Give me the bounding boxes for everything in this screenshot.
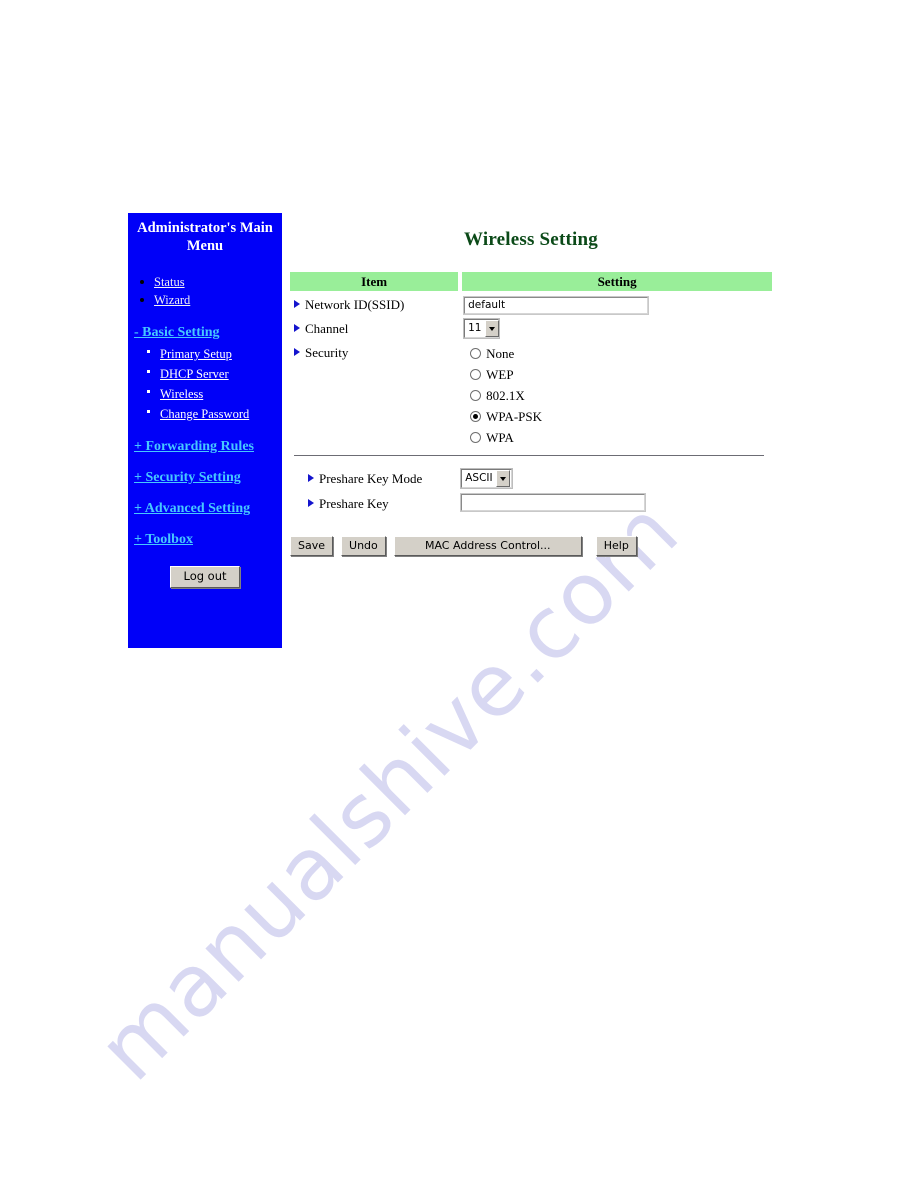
preshare-key-mode-select[interactable]: ASCII	[460, 467, 514, 489]
chevron-down-icon[interactable]	[495, 469, 510, 487]
logout-container: Log out	[128, 566, 282, 588]
mac-address-control-button[interactable]: MAC Address Control...	[393, 535, 582, 556]
row-value-ssid	[462, 291, 772, 315]
sidebar-section-security-setting[interactable]: + Security Setting	[128, 470, 282, 486]
table-row-ssid: Network ID(SSID)	[290, 291, 772, 315]
sidebar-item-label[interactable]: Wireless	[160, 387, 203, 401]
triangle-bullet-icon	[294, 300, 300, 308]
preshare-key-input[interactable]	[460, 493, 647, 512]
row-label-text: Network ID(SSID)	[305, 297, 405, 312]
bullet-icon	[140, 280, 144, 284]
sidebar-item-change-password[interactable]: Change Password	[128, 404, 282, 424]
sidebar-section-forwarding-rules[interactable]: + Forwarding Rules	[128, 439, 282, 455]
sidebar-item-label[interactable]: Status	[154, 275, 185, 289]
channel-select-value: 11	[468, 321, 482, 334]
security-option-label: WPA	[486, 429, 514, 445]
ssid-input[interactable]	[463, 295, 650, 315]
bullet-icon	[140, 298, 144, 302]
table-row-channel: Channel 11	[290, 315, 772, 339]
logout-button[interactable]: Log out	[170, 566, 240, 588]
preshare-key-mode-label: Preshare Key Mode	[290, 469, 440, 489]
preshare-key-label: Preshare Key	[290, 494, 440, 514]
save-button[interactable]: Save	[290, 535, 334, 556]
security-option-8021x[interactable]: 802.1X	[464, 385, 771, 406]
square-bullet-icon	[147, 390, 150, 393]
column-header-item: Item	[290, 272, 459, 291]
chevron-down-icon[interactable]	[484, 319, 499, 337]
row-label-ssid: Network ID(SSID)	[290, 291, 458, 315]
preshare-key-label-text: Preshare Key	[319, 495, 389, 511]
table-row-security: Security None WEP 802.1X WPA-PSK WPA	[290, 339, 772, 449]
preshare-key-field	[460, 493, 647, 512]
sidebar-item-primary-setup[interactable]: Primary Setup	[128, 344, 282, 364]
square-bullet-icon	[147, 410, 150, 413]
sidebar-section-basic-setting[interactable]: - Basic Setting	[128, 325, 282, 341]
settings-table: Item Setting Network ID(SSID) Channel	[290, 272, 772, 449]
sidebar-basic-setting-items: Primary Setup DHCP Server Wireless Chang…	[128, 344, 282, 424]
security-option-label: WPA-PSK	[486, 408, 542, 424]
undo-button[interactable]: Undo	[341, 535, 386, 556]
sidebar-item-label[interactable]: Primary Setup	[160, 347, 232, 361]
security-option-label: None	[486, 345, 515, 361]
security-option-wpa-psk[interactable]: WPA-PSK	[464, 406, 771, 427]
square-bullet-icon	[147, 370, 150, 373]
security-option-none[interactable]: None	[464, 343, 771, 364]
channel-select[interactable]: 11	[463, 317, 501, 339]
triangle-bullet-icon	[294, 347, 300, 356]
preshare-key-block: Preshare Key Mode ASCII Preshare Key	[290, 467, 772, 519]
sidebar-item-label[interactable]: DHCP Server	[160, 367, 229, 381]
sidebar-title: Administrator's Main Menu	[137, 220, 273, 254]
preshare-key-mode-value: ASCII	[465, 471, 493, 484]
page-root: Administrator's Main Menu Status Wizard …	[0, 0, 918, 1188]
preshare-key-mode-row: Preshare Key Mode ASCII	[290, 467, 772, 494]
radio-icon[interactable]	[470, 368, 482, 380]
main-content: Wireless Setting Item Setting Network ID…	[290, 213, 772, 556]
row-value-channel: 11	[462, 315, 772, 339]
page-title: Wireless Setting	[464, 229, 598, 250]
sidebar-section-advanced-setting[interactable]: + Advanced Setting	[128, 501, 282, 517]
preshare-key-row: Preshare Key	[290, 493, 772, 519]
row-label-security: Security	[290, 339, 458, 449]
sidebar-item-label[interactable]: Wizard	[154, 293, 190, 307]
triangle-bullet-icon	[294, 323, 300, 332]
sidebar-item-dhcp-server[interactable]: DHCP Server	[128, 364, 282, 384]
preshare-key-mode-field: ASCII	[460, 467, 514, 489]
row-value-security: None WEP 802.1X WPA-PSK WPA	[462, 339, 772, 449]
column-header-setting: Setting	[462, 272, 772, 291]
help-button[interactable]: Help	[595, 535, 637, 556]
button-bar: Save Undo MAC Address Control... Help	[290, 535, 772, 556]
preshare-key-mode-label-text: Preshare Key Mode	[319, 470, 423, 486]
radio-icon[interactable]	[470, 347, 482, 359]
sidebar: Administrator's Main Menu Status Wizard …	[128, 213, 282, 648]
security-option-wep[interactable]: WEP	[464, 364, 771, 385]
sidebar-item-status[interactable]: Status	[128, 273, 282, 291]
row-label-text: Channel	[305, 320, 349, 336]
sidebar-item-wireless[interactable]: Wireless	[128, 384, 282, 404]
row-label-channel: Channel	[290, 315, 458, 339]
triangle-bullet-icon	[308, 473, 314, 482]
radio-icon-selected[interactable]	[470, 410, 482, 422]
square-bullet-icon	[147, 350, 150, 353]
security-option-label: 802.1X	[486, 387, 525, 403]
section-divider	[294, 454, 764, 456]
radio-icon[interactable]	[470, 431, 482, 443]
table-header-row: Item Setting	[290, 272, 772, 291]
row-label-text: Security	[305, 344, 349, 360]
triangle-bullet-icon	[308, 498, 314, 507]
radio-icon[interactable]	[470, 389, 482, 401]
sidebar-item-label[interactable]: Change Password	[160, 407, 249, 421]
security-option-wpa[interactable]: WPA	[464, 427, 771, 448]
security-option-label: WEP	[486, 366, 514, 382]
sidebar-top-links: Status Wizard	[128, 273, 282, 309]
sidebar-item-wizard[interactable]: Wizard	[128, 291, 282, 309]
sidebar-section-toolbox[interactable]: + Toolbox	[128, 532, 282, 548]
